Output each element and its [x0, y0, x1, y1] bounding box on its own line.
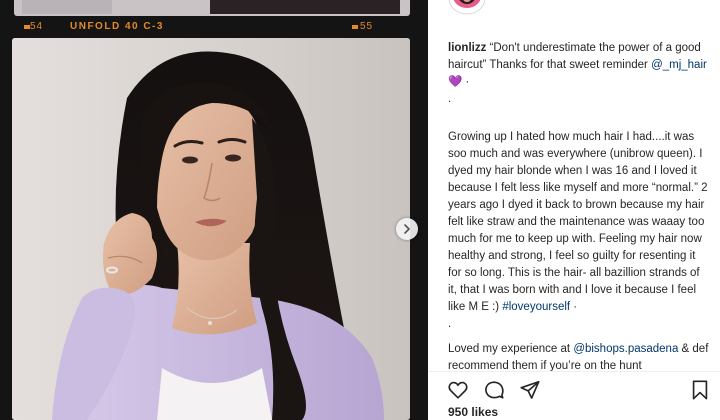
chevron-right-icon	[404, 224, 410, 234]
heart-icon[interactable]	[447, 379, 469, 401]
portrait-photo	[12, 38, 410, 420]
comment-icon[interactable]	[483, 379, 505, 401]
film-stock-label: UNFOLD 40 C-3	[70, 21, 164, 32]
post-caption: lionlizz “Don't underestimate the power …	[448, 40, 710, 375]
mention-link[interactable]: @_mj_hair	[651, 59, 707, 71]
purple-heart-emoji: 💜	[448, 76, 463, 88]
separator-dot: ·	[465, 76, 470, 88]
post-media: 54 UNFOLD 40 C-3 55	[0, 0, 428, 420]
hashtag-link[interactable]: #loveyourself	[502, 301, 570, 313]
likes-count[interactable]: 950 likes	[448, 405, 498, 419]
divider	[428, 371, 720, 372]
separator-dot: .	[448, 93, 452, 105]
film-arrow-right	[352, 25, 358, 29]
film-frame-number-left: 54	[30, 21, 44, 32]
next-photo-button[interactable]	[396, 218, 418, 240]
username-link[interactable]: lionlizz	[448, 42, 486, 54]
caption-recommendation: Loved my experience at @bishops.pasadena…	[448, 341, 710, 375]
caption-body-text: Growing up I hated how much hair I had..…	[448, 131, 708, 313]
separator-dot: ·	[573, 301, 578, 313]
film-frame-number-right: 55	[360, 21, 374, 32]
caption-intro: lionlizz “Don't underestimate the power …	[448, 40, 710, 108]
bookmark-icon[interactable]	[689, 379, 711, 401]
previous-film-frame	[14, 0, 410, 16]
mention-link[interactable]: @bishops.pasadena	[573, 343, 678, 355]
post-photo	[12, 38, 410, 420]
share-icon[interactable]	[519, 379, 541, 401]
film-arrow-left	[24, 25, 30, 29]
caption-body: Growing up I hated how much hair I had..…	[448, 129, 710, 333]
avatar[interactable]	[447, 0, 487, 16]
recommendation-text: Loved my experience at	[448, 343, 571, 355]
separator-dot: .	[448, 318, 452, 330]
